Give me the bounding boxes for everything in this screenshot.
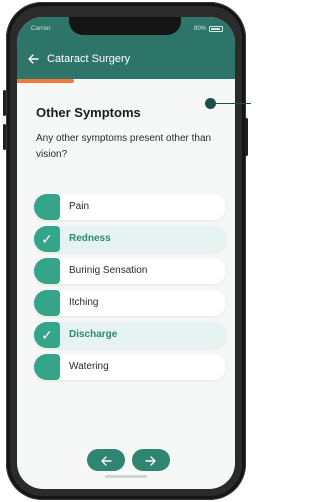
carrier-label: Carrier [31,26,51,32]
option-label: Burinig Sensation [69,265,148,276]
volume-button [3,124,6,150]
option-pain[interactable]: Pain [34,194,226,220]
check-icon [34,258,60,284]
arrow-left-icon [28,54,39,64]
question-heading: Other Symptoms [36,105,141,120]
home-indicator [105,475,147,478]
status-right: 80% [194,26,223,32]
page-title: Cataract Surgery [47,53,131,65]
option-redness[interactable]: ✓ Redness [34,226,226,252]
app-header: Carrier 80% Cataract Surgery [17,17,235,79]
check-icon: ✓ [34,226,60,252]
option-label: Redness [69,233,111,244]
power-button [245,118,248,156]
app-screen: Carrier 80% Cataract Surgery Other Sympt… [17,17,235,489]
callout-line [214,103,251,104]
question-text: Any other symptoms present other than vi… [36,133,212,160]
option-label: Pain [69,201,90,212]
check-icon: ✓ [34,322,60,348]
option-itching[interactable]: Itching [34,290,226,316]
check-icon [34,354,60,380]
option-label: Watering [69,361,109,372]
option-label: Itching [69,297,99,308]
progress-bar [17,79,74,83]
volume-button [3,90,6,116]
previous-button[interactable] [87,449,125,471]
battery-icon [209,26,223,32]
arrow-left-icon [101,455,112,466]
arrow-right-icon [145,455,156,466]
option-burning-sensation[interactable]: Burinig Sensation [34,258,226,284]
option-label: Discharge [69,329,118,340]
option-discharge[interactable]: ✓ Discharge [34,322,226,348]
option-watering[interactable]: Watering [34,354,226,380]
battery-percent: 80% [193,26,206,32]
next-button[interactable] [132,449,170,471]
check-icon [34,194,60,220]
check-icon [34,290,60,316]
phone-notch [69,17,181,35]
back-button[interactable] [27,51,43,67]
